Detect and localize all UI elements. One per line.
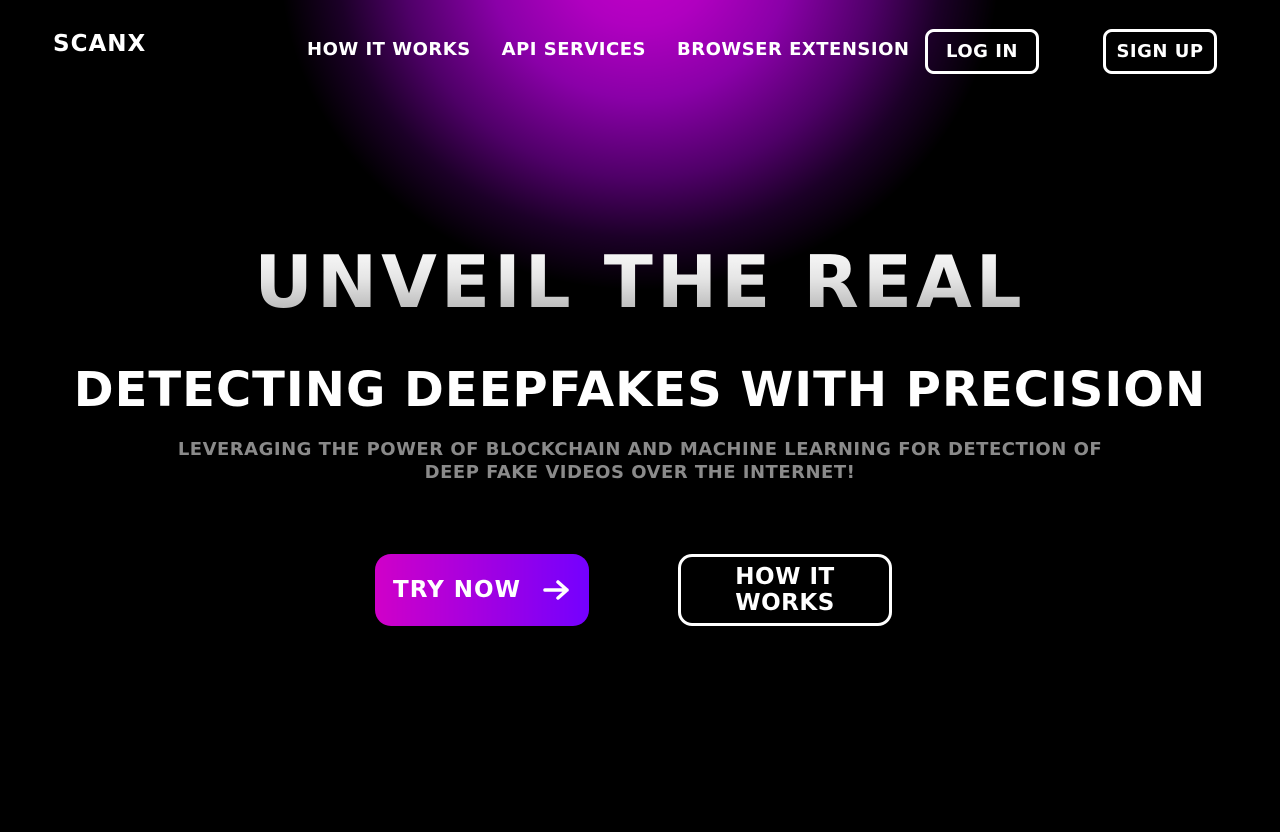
nav-item-api-services[interactable]: API SERVICES [502,39,646,60]
how-it-works-button[interactable]: HOW IT WORKS [678,554,892,626]
hero-subtitle: DETECTING DEEPFAKES WITH PRECISION [73,362,1207,418]
login-button[interactable]: LOG IN [925,29,1039,74]
landing-page: SCANX HOW IT WORKS API SERVICES BROWSER … [0,0,1280,832]
nav-item-how-it-works[interactable]: HOW IT WORKS [307,39,471,60]
brand-logo[interactable]: SCANX [53,31,146,57]
arrow-right-icon [543,580,569,600]
try-now-button[interactable]: TRY NOW [375,554,589,626]
hero-title: UNVEIL THE REAL [0,240,1280,324]
try-now-label: TRY NOW [393,577,521,603]
main-nav: HOW IT WORKS API SERVICES BROWSER EXTENS… [307,39,909,60]
signup-button[interactable]: SIGN UP [1103,29,1217,74]
hero-description: LEVERAGING THE POWER OF BLOCKCHAIN AND M… [177,439,1103,483]
nav-item-browser-extension[interactable]: BROWSER EXTENSION [677,39,909,60]
